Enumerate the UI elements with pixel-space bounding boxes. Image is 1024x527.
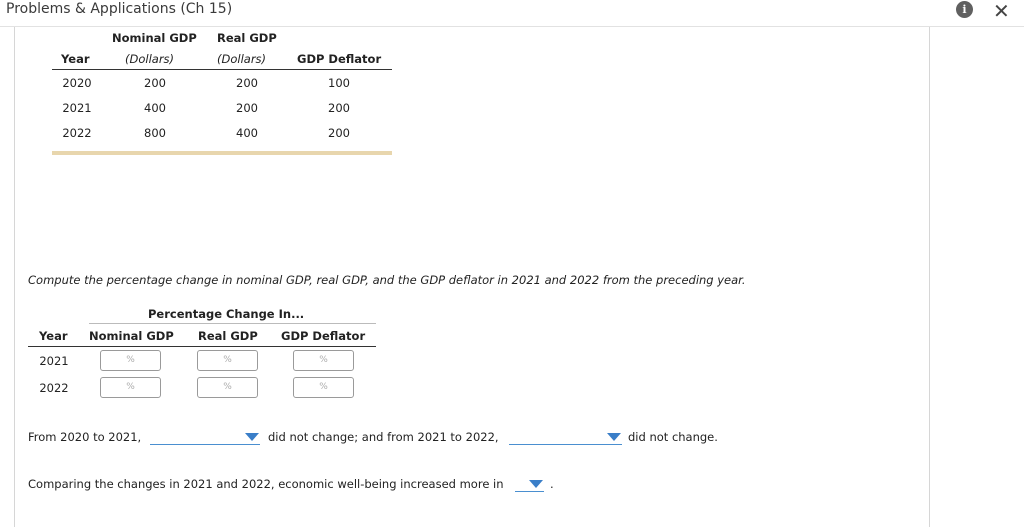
answer-header-year: Year: [39, 329, 68, 343]
question-panel: Nominal GDP Real GDP Year (Dollars) (Dol…: [14, 27, 930, 527]
table-cell-year: 2022: [62, 126, 92, 140]
sentence2-period: .: [550, 477, 554, 491]
group-header: Percentage Change In...: [148, 307, 305, 321]
percent-symbol: %: [319, 382, 328, 392]
table-cell-nominal: 400: [144, 101, 166, 115]
header-nominal-gdp: Nominal GDP: [112, 31, 197, 45]
gdp-deflator-2022-input[interactable]: %: [293, 377, 354, 398]
percent-symbol: %: [126, 355, 135, 365]
table-cell-deflator: 200: [328, 101, 350, 115]
chevron-down-icon: [607, 433, 621, 441]
header-nominal-unit: (Dollars): [125, 52, 175, 66]
header-real-gdp: Real GDP: [217, 31, 277, 45]
table-cell-year: 2021: [62, 101, 92, 115]
percent-symbol: %: [223, 382, 232, 392]
table-header-rule: [52, 69, 392, 70]
table-cell-nominal: 800: [144, 126, 166, 140]
percent-symbol: %: [126, 382, 135, 392]
variable-dropdown-2[interactable]: [509, 429, 622, 445]
answer-row-year: 2021: [39, 354, 69, 368]
gdp-deflator-2021-input[interactable]: %: [293, 350, 354, 371]
group-header-rule: [89, 323, 376, 324]
chevron-down-icon: [245, 433, 259, 441]
sentence1-part3: did not change.: [628, 430, 718, 444]
sentence1-part2: did not change; and from 2021 to 2022,: [268, 430, 499, 444]
header-gdp-deflator: GDP Deflator: [297, 52, 382, 66]
header-real-unit: (Dollars): [217, 52, 267, 66]
table-cell-real: 200: [236, 101, 258, 115]
chevron-down-icon: [529, 480, 543, 488]
answer-row-year: 2022: [39, 381, 69, 395]
variable-dropdown-1[interactable]: [150, 429, 260, 445]
info-icon[interactable]: i: [956, 1, 973, 18]
percent-symbol: %: [223, 355, 232, 365]
table-cell-deflator: 100: [328, 76, 350, 90]
percent-symbol: %: [319, 355, 328, 365]
table-cell-real: 200: [236, 76, 258, 90]
nominal-gdp-2022-input[interactable]: %: [100, 377, 161, 398]
answer-header-deflator: GDP Deflator: [281, 329, 366, 343]
real-gdp-2022-input[interactable]: %: [197, 377, 258, 398]
answer-header-real: Real GDP: [198, 329, 258, 343]
sentence2-part1: Comparing the changes in 2021 and 2022, …: [28, 477, 504, 491]
table-bottom-rule: [52, 151, 392, 155]
real-gdp-2021-input[interactable]: %: [197, 350, 258, 371]
table-cell-real: 400: [236, 126, 258, 140]
year-dropdown[interactable]: [515, 476, 544, 492]
table-cell-deflator: 200: [328, 126, 350, 140]
window-title: Problems & Applications (Ch 15): [6, 1, 233, 17]
answer-header-nominal: Nominal GDP: [89, 329, 174, 343]
title-bar: Problems & Applications (Ch 15) i ✕: [0, 0, 1024, 27]
nominal-gdp-2021-input[interactable]: %: [100, 350, 161, 371]
close-icon[interactable]: ✕: [993, 0, 1010, 23]
answer-header-rule: [28, 346, 376, 347]
header-year: Year: [61, 52, 90, 66]
instruction-text: Compute the percentage change in nominal…: [28, 273, 746, 287]
sentence1-part1: From 2020 to 2021,: [28, 430, 142, 444]
table-cell-nominal: 200: [144, 76, 166, 90]
table-cell-year: 2020: [62, 76, 92, 90]
